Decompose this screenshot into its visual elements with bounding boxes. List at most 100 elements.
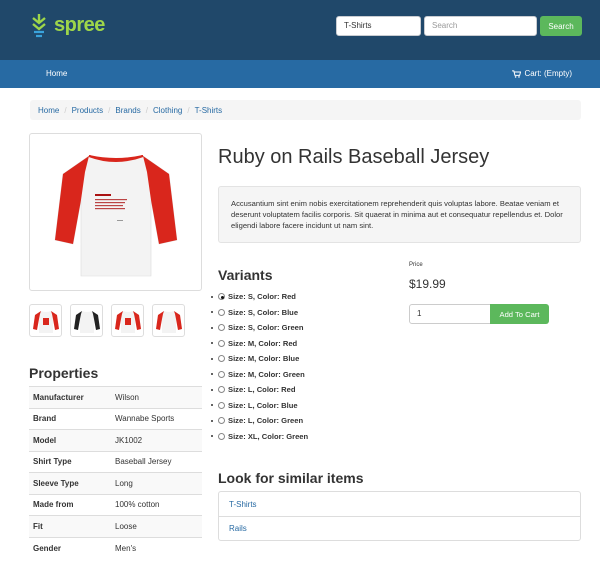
property-row: Manufacturer Wilson bbox=[29, 386, 202, 408]
list-bullet bbox=[211, 388, 213, 391]
variant-radio[interactable] bbox=[218, 401, 225, 409]
product-title: Ruby on Rails Baseball Jersey bbox=[218, 146, 490, 168]
similar-item-link[interactable]: T-Shirts bbox=[219, 492, 580, 516]
thumbnail-3[interactable] bbox=[111, 304, 144, 337]
property-key: Sleeve Type bbox=[29, 472, 111, 494]
variant-label: Size: L, Color: Red bbox=[228, 385, 296, 395]
thumbnail-jersey-black bbox=[73, 310, 100, 333]
property-row: Gender Men's bbox=[29, 536, 202, 559]
property-value: JK1002 bbox=[111, 429, 202, 451]
similar-items-list: T-Shirts Rails bbox=[218, 491, 581, 541]
list-bullet bbox=[211, 435, 213, 438]
breadcrumb-home[interactable]: Home bbox=[38, 106, 59, 115]
property-key: Shirt Type bbox=[29, 450, 111, 473]
jersey-image bbox=[54, 155, 177, 277]
variant-radio[interactable] bbox=[218, 370, 225, 378]
breadcrumb-clothing[interactable]: Clothing bbox=[153, 106, 182, 115]
spree-logo[interactable]: spree bbox=[30, 12, 105, 38]
property-key: Model bbox=[29, 429, 111, 451]
variant-label: Size: S, Color: Blue bbox=[228, 307, 299, 317]
variant-label: Size: M, Color: Green bbox=[228, 369, 305, 379]
thumbnail-jersey-red-front bbox=[114, 310, 141, 333]
variant-radio[interactable] bbox=[218, 308, 225, 316]
thumbnail-4[interactable] bbox=[152, 304, 185, 337]
breadcrumb-t-shirts[interactable]: T-Shirts bbox=[195, 106, 223, 115]
breadcrumb-separator: / bbox=[187, 105, 190, 115]
product-price: $19.99 bbox=[409, 277, 446, 291]
cart-icon bbox=[512, 69, 522, 78]
thumbnail-2[interactable] bbox=[70, 304, 103, 337]
variant-option[interactable]: Size: M, Color: Green bbox=[211, 367, 308, 383]
thumbnail-1[interactable] bbox=[29, 304, 62, 337]
variant-label: Size: M, Color: Red bbox=[228, 338, 298, 348]
variant-label: Size: M, Color: Blue bbox=[228, 354, 300, 364]
taxon-select[interactable]: T-Shirts bbox=[336, 16, 421, 36]
property-value: 100% cotton bbox=[111, 493, 202, 516]
breadcrumb-separator: / bbox=[145, 105, 148, 115]
variant-label: Size: XL, Color: Green bbox=[228, 431, 309, 441]
variant-radio[interactable] bbox=[218, 339, 225, 347]
property-value: Wannabe Sports bbox=[111, 407, 202, 430]
property-key: Gender bbox=[29, 536, 111, 559]
property-row: Model JK1002 bbox=[29, 429, 202, 451]
variant-option[interactable]: Size: L, Color: Green bbox=[211, 413, 308, 429]
breadcrumb-products[interactable]: Products bbox=[72, 106, 104, 115]
variant-label: Size: L, Color: Green bbox=[228, 416, 304, 426]
variant-radio[interactable] bbox=[218, 293, 225, 301]
cart-link[interactable]: Cart: (Empty) bbox=[512, 69, 572, 78]
product-main-image[interactable] bbox=[29, 133, 202, 291]
property-value: Men's bbox=[111, 536, 202, 559]
list-bullet bbox=[211, 342, 213, 345]
variant-option[interactable]: Size: L, Color: Red bbox=[211, 382, 308, 398]
list-bullet bbox=[211, 373, 213, 376]
variant-label: Size: S, Color: Red bbox=[228, 292, 296, 302]
variant-label: Size: S, Color: Green bbox=[228, 323, 304, 333]
thumbnail-strip bbox=[29, 304, 185, 337]
price-label: Price bbox=[409, 262, 423, 268]
logo-text: spree bbox=[54, 13, 105, 36]
list-bullet bbox=[211, 295, 213, 298]
add-to-cart-button[interactable]: Add To Cart bbox=[490, 304, 549, 324]
variants-title: Variants bbox=[218, 267, 273, 283]
property-key: Made from bbox=[29, 493, 111, 516]
search-input[interactable]: Search bbox=[424, 16, 537, 36]
variant-radio[interactable] bbox=[218, 417, 225, 425]
nav-home-link[interactable]: Home bbox=[46, 69, 67, 78]
main-nav: Home Cart: (Empty) bbox=[0, 60, 600, 88]
property-row: Shirt Type Baseball Jersey bbox=[29, 450, 202, 473]
property-value: Long bbox=[111, 472, 202, 494]
variant-radio[interactable] bbox=[218, 386, 225, 394]
property-value: Baseball Jersey bbox=[111, 450, 202, 473]
property-row: Made from 100% cotton bbox=[29, 493, 202, 516]
variant-radio[interactable] bbox=[218, 324, 225, 332]
variant-option[interactable]: Size: L, Color: Blue bbox=[211, 398, 308, 414]
variant-option[interactable]: Size: M, Color: Red bbox=[211, 336, 308, 352]
breadcrumb-brands[interactable]: Brands bbox=[115, 106, 140, 115]
variant-radio[interactable] bbox=[218, 432, 225, 440]
breadcrumb-separator: / bbox=[108, 105, 111, 115]
property-value: Loose bbox=[111, 515, 202, 537]
product-description: Accusantium sint enim nobis exercitation… bbox=[218, 186, 581, 243]
properties-title: Properties bbox=[29, 365, 99, 381]
variant-radio[interactable] bbox=[218, 355, 225, 363]
variant-option[interactable]: Size: S, Color: Blue bbox=[211, 305, 308, 321]
list-bullet bbox=[211, 404, 213, 407]
variant-option[interactable]: Size: XL, Color: Green bbox=[211, 429, 308, 445]
variant-option[interactable]: Size: S, Color: Red bbox=[211, 289, 308, 305]
top-header: spree T-Shirts Search Search bbox=[0, 0, 600, 60]
cart-label: Cart: (Empty) bbox=[524, 69, 572, 78]
spree-logo-icon bbox=[32, 14, 46, 38]
properties-table: Manufacturer Wilson Brand Wannabe Sports Mod… bbox=[29, 386, 202, 559]
similar-items-title: Look for similar items bbox=[218, 470, 364, 486]
quantity-input[interactable]: 1 bbox=[409, 304, 491, 324]
property-row: Sleeve Type Long bbox=[29, 472, 202, 494]
property-key: Fit bbox=[29, 515, 111, 537]
property-row: Fit Loose bbox=[29, 515, 202, 537]
thumbnail-jersey-red-back bbox=[155, 310, 182, 333]
variant-option[interactable]: Size: M, Color: Blue bbox=[211, 351, 308, 367]
search-button[interactable]: Search bbox=[540, 16, 582, 36]
list-bullet bbox=[211, 311, 213, 314]
variant-label: Size: L, Color: Blue bbox=[228, 400, 298, 410]
similar-item-link[interactable]: Rails bbox=[219, 516, 580, 540]
variant-option[interactable]: Size: S, Color: Green bbox=[211, 320, 308, 336]
